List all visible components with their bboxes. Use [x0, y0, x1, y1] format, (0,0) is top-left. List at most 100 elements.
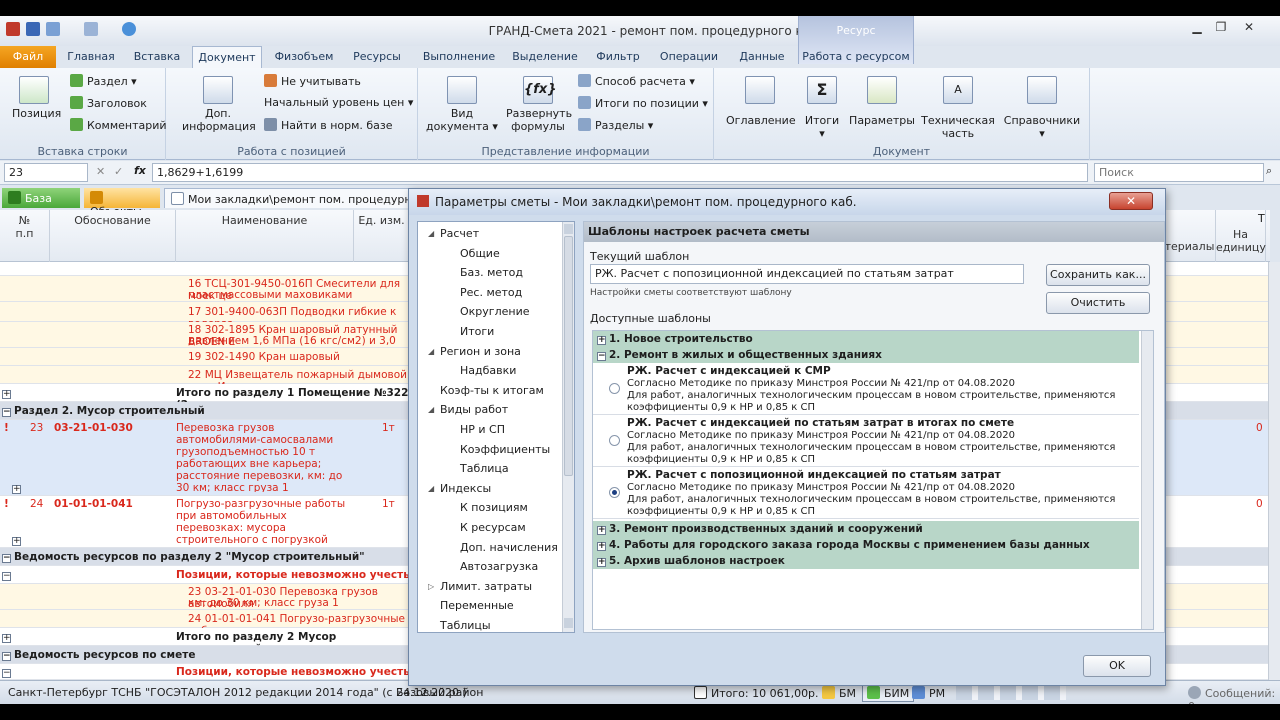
collapse-icon[interactable]: −	[2, 554, 11, 563]
find-in-base-button[interactable]: Найти в норм. базе	[264, 118, 393, 132]
tab-physvolume[interactable]: Физобъем	[266, 46, 342, 68]
search-input[interactable]: Поиск	[1094, 163, 1264, 182]
reference-books-button[interactable]: Справочники ▾	[1000, 76, 1084, 140]
initial-price-level-dropdown[interactable]: Начальный уровень цен ▾	[264, 96, 413, 109]
col-unit[interactable]: Ед. изм.	[354, 210, 410, 262]
status-messages[interactable]: Сообщений: 0	[1188, 686, 1280, 704]
scroll-thumb[interactable]	[564, 236, 573, 476]
tab-home[interactable]: Главная	[60, 46, 122, 68]
clear-button[interactable]: Очистить	[1046, 292, 1150, 314]
tree-item[interactable]: Таблицы	[418, 616, 564, 632]
expand-icon[interactable]: +	[12, 537, 21, 546]
template-item-selected[interactable]: РЖ. Расчет с попозиционной индексацией п…	[593, 467, 1139, 519]
collapse-icon[interactable]: −	[2, 572, 11, 581]
tree-item[interactable]: ▷ Лимит. затраты	[418, 577, 564, 597]
template-group[interactable]: −2. Ремонт в жилых и общественных здания…	[593, 347, 1139, 363]
collapse-icon[interactable]: −	[2, 408, 11, 417]
tech-part-button[interactable]: A Техническая часть	[920, 76, 996, 140]
tree-item[interactable]: К ресурсам	[418, 518, 564, 538]
template-group[interactable]: +4. Работы для городского заказа города …	[593, 537, 1139, 567]
status-bim[interactable]: БИМ	[862, 684, 915, 702]
tree-item[interactable]: Баз. метод	[418, 263, 564, 283]
tree-expand-icon[interactable]: ▷	[428, 577, 434, 597]
calc-method-dropdown[interactable]: Способ расчета ▾	[578, 74, 695, 88]
tab-resources[interactable]: Ресурсы	[346, 46, 408, 68]
tab-insert[interactable]: Вставка	[126, 46, 188, 68]
tree-item[interactable]: НР и СП	[418, 420, 564, 440]
totals-button[interactable]: Σ Итоги ▾	[798, 76, 846, 140]
tree-item[interactable]: ◢ Индексы	[418, 479, 564, 499]
current-template-field[interactable]: РЖ. Расчет с попозиционной индексацией п…	[590, 264, 1024, 284]
scroll-up-icon[interactable]	[564, 224, 573, 234]
tree-item[interactable]: Округление	[418, 302, 564, 322]
expand-formulas-button[interactable]: {fx} Развернуть формулы	[506, 76, 572, 133]
tab-document[interactable]: Документ	[192, 46, 262, 68]
extra-info-button[interactable]: Доп. информация	[182, 76, 256, 133]
template-radio[interactable]	[609, 383, 620, 394]
tree-item[interactable]: Общие	[418, 244, 564, 264]
tab-estimate[interactable]: Мои закладки\ремонт пом. процедурного к	[164, 188, 412, 208]
tab-objects[interactable]: Объекты	[84, 188, 160, 218]
sections-dropdown[interactable]: Разделы ▾	[578, 118, 653, 132]
expand-icon[interactable]: +	[597, 336, 606, 345]
col-basis[interactable]: Обоснование	[50, 210, 176, 262]
insert-header-button[interactable]: Заголовок	[70, 96, 147, 110]
template-item[interactable]: РЖ. Расчет с индексацией по статьям затр…	[593, 415, 1139, 467]
collapse-icon[interactable]: −	[597, 352, 606, 361]
expand-icon[interactable]: +	[12, 485, 21, 494]
cell-address-field[interactable]: 23	[4, 163, 88, 182]
template-radio[interactable]	[609, 435, 620, 446]
status-bm[interactable]: БМ	[822, 686, 856, 700]
tree-item[interactable]: Коэф-ты к итогам	[418, 381, 564, 401]
tree-item[interactable]: ◢ Расчет	[418, 224, 564, 244]
save-as-button[interactable]: Сохранить как...	[1046, 264, 1150, 286]
tree-item[interactable]: Надбавки	[418, 361, 564, 381]
template-group[interactable]: +1. Новое строительство	[593, 331, 1139, 347]
tree-item[interactable]: ◢ Регион и зона	[418, 342, 564, 362]
position-totals-dropdown[interactable]: Итоги по позиции ▾	[578, 96, 708, 110]
tab-file[interactable]: Файл	[0, 46, 56, 68]
tab-selection[interactable]: Выделение	[508, 46, 582, 68]
ignore-button[interactable]: Не учитывать	[264, 74, 361, 88]
ok-button[interactable]: OK	[1083, 655, 1151, 677]
tree-item[interactable]: Автозагрузка	[418, 557, 564, 577]
tree-item[interactable]: Коэффициенты	[418, 440, 564, 460]
col-num[interactable]: № п.п	[0, 210, 50, 262]
collapse-icon[interactable]: −	[2, 652, 11, 661]
template-group[interactable]: +3. Ремонт производственных зданий и соо…	[593, 521, 1139, 537]
help-icon[interactable]	[122, 22, 136, 36]
dialog-close-button[interactable]: ✕	[1109, 192, 1153, 210]
minimize-icon[interactable]: ▁	[1186, 20, 1208, 36]
cancel-icon[interactable]: ✕	[96, 165, 105, 178]
parameters-button[interactable]: Параметры	[848, 76, 916, 127]
contents-button[interactable]: Оглавление	[726, 76, 796, 127]
search-icon[interactable]: ⌕	[1266, 164, 1272, 178]
tree-item[interactable]: ◢ Виды работ	[418, 400, 564, 420]
tab-filter[interactable]: Фильтр	[590, 46, 646, 68]
expand-icon[interactable]: +	[597, 526, 606, 535]
insert-comment-button[interactable]: Комментарий	[70, 118, 167, 132]
template-item[interactable]: РЖ. Расчет с индексацией к СМР Согласно …	[593, 363, 1139, 415]
insert-section-button[interactable]: Раздел ▾	[70, 74, 137, 88]
templates-scrollbar[interactable]	[1141, 331, 1153, 629]
expand-icon[interactable]: +	[597, 558, 606, 567]
template-group[interactable]: +5. Архив шаблонов настроек	[593, 553, 1139, 569]
template-radio-selected[interactable]	[609, 487, 620, 498]
expand-icon[interactable]: +	[2, 634, 11, 643]
close-icon[interactable]: ✕	[1238, 20, 1260, 36]
tree-item[interactable]: Таблица	[418, 459, 564, 479]
undo-icon[interactable]	[46, 22, 60, 36]
insert-position-button[interactable]: Позиция	[12, 76, 61, 120]
tab-operations[interactable]: Операции	[654, 46, 724, 68]
view-mode-icons[interactable]	[956, 686, 1066, 700]
scroll-down-icon[interactable]	[564, 618, 573, 628]
tab-data[interactable]: Данные	[732, 46, 792, 68]
col-materials[interactable]: териалы	[1164, 210, 1216, 262]
tree-item[interactable]: К позициям	[418, 498, 564, 518]
expand-icon[interactable]: +	[2, 387, 14, 399]
maximize-icon[interactable]: ❐	[1210, 20, 1232, 36]
save-icon[interactable]	[26, 22, 40, 36]
tree-item[interactable]: Рес. метод	[418, 283, 564, 303]
collapse-icon[interactable]: −	[2, 669, 11, 678]
tab-execution[interactable]: Выполнение	[416, 46, 502, 68]
